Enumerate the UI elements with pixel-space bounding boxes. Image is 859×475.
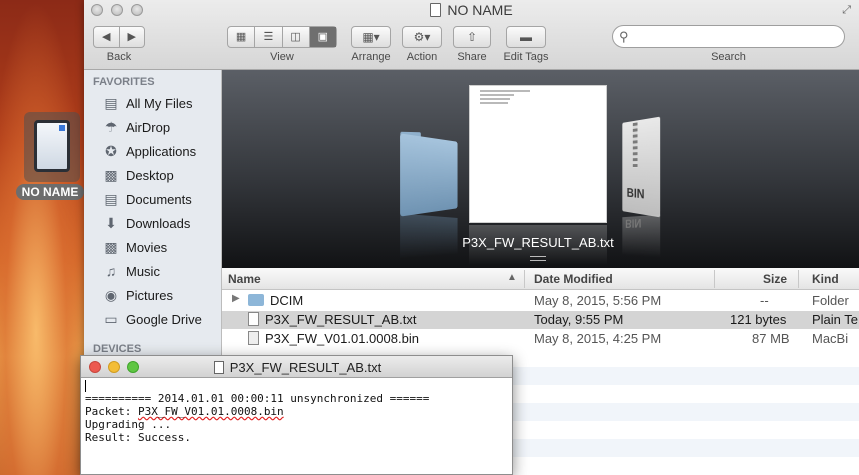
pictures-icon: ◉ [104,286,118,303]
airdrop-icon: ☂ [104,118,118,135]
textedit-title: P3X_FW_RESULT_AB.txt [81,360,512,375]
sidebar-item-all-my-files[interactable]: ▤ All My Files [102,92,192,114]
drive-label[interactable]: NO NAME [16,184,84,200]
text-line: Result: Success. [85,431,191,444]
coverflow-folder-icon[interactable] [400,133,458,217]
table-row[interactable]: P3X_FW_RESULT_AB.txt Today, 9:55 PM 121 … [222,311,859,329]
file-list-header: Name ▲ Date Modified Size Kind [222,268,859,290]
column-header-name[interactable]: Name [228,272,261,286]
view-label: View [270,51,294,63]
applications-icon: ✪ [105,142,117,159]
coverflow-bin-icon[interactable]: BIN [622,116,661,218]
finder-toolbar: NO NAME ⤢ ◀ ▶ Back ▦ ☰ ◫ ▣ View ▦▾ Arran… [84,0,859,70]
column-header-kind[interactable]: Kind [812,272,839,286]
text-document-icon [213,361,224,374]
desktop-icon: ▩ [104,166,118,183]
list-view-icon[interactable]: ☰ [255,27,283,47]
search-label: Search [711,51,746,63]
binary-file-icon [248,331,259,345]
sd-card-drive-icon[interactable] [18,112,82,184]
textedit-titlebar[interactable]: P3X_FW_RESULT_AB.txt [81,356,512,378]
text-line: ========== 2014.01.01 00:00:11 unsynchro… [85,392,430,405]
forward-arrow-icon[interactable]: ▶ [120,27,145,47]
back-label: Back [106,51,132,63]
folder-icon: ▭ [104,310,118,327]
textedit-window: P3X_FW_RESULT_AB.txt ========== 2014.01.… [80,355,513,475]
sidebar-item-airdrop[interactable]: ☂ AirDrop [102,116,170,138]
sidebar-item-desktop[interactable]: ▩ Desktop [102,164,173,186]
downloads-icon: ⬇ [105,214,117,231]
arrange-icon: ▦▾ [362,30,380,44]
spelling-error-word: P3X_FW_V01.01.0008.bin [137,405,284,418]
coverflow-resize-handle[interactable] [530,256,546,261]
coverflow-caption: P3X_FW_RESULT_AB.txt [462,235,614,250]
share-icon: ⇧ [466,30,478,44]
column-header-size[interactable]: Size [763,272,787,286]
edit-tags-label: Edit Tags [503,51,549,63]
sidebar-item-movies[interactable]: ▩ Movies [102,236,167,258]
arrange-label: Arrange [351,51,391,63]
sort-ascending-icon[interactable]: ▲ [507,272,517,283]
sidebar-item-pictures[interactable]: ◉ Pictures [102,284,173,306]
search-icon: ⚲ [619,29,629,44]
edit-tags-button[interactable]: ▬ [506,26,546,48]
coverflow-reflection [400,213,458,259]
sidebar-item-music[interactable]: ♫ Music [102,260,160,282]
sidebar-item-google-drive[interactable]: ▭ Google Drive [102,308,202,330]
window-title: NO NAME [84,2,859,18]
share-button[interactable]: ⇧ [453,26,491,48]
arrange-button[interactable]: ▦▾ [351,26,391,48]
share-label: Share [457,51,487,63]
coverflow-view-icon[interactable]: ▣ [309,27,336,47]
text-line: Upgrading ... [85,418,172,431]
table-row[interactable]: P3X_FW_V01.01.0008.bin May 8, 2015, 4:25… [222,330,859,348]
search-field[interactable]: ⚲ [612,25,845,48]
gear-icon: ⚙▾ [413,30,431,44]
coverflow-text-preview[interactable] [469,85,607,223]
action-label: Action [406,51,438,63]
coverflow-reflection: BIN [622,214,661,258]
back-forward-control[interactable]: ◀ ▶ [93,26,145,48]
text-editor-content[interactable]: ========== 2014.01.01 00:00:11 unsynchro… [85,380,510,444]
text-file-icon [248,312,259,326]
sidebar-item-applications[interactable]: ✪ Applications [102,140,196,162]
fullscreen-icon[interactable]: ⤢ [842,4,851,17]
folder-icon [248,294,264,306]
documents-icon: ▤ [104,190,118,207]
text-cursor [85,380,86,392]
column-view-icon[interactable]: ◫ [283,27,310,47]
icon-view-icon[interactable]: ▦ [228,27,256,47]
favorites-heading: FAVORITES [93,76,155,88]
desktop-wallpaper [0,0,90,475]
sidebar-item-documents[interactable]: ▤ Documents [102,188,191,210]
action-button[interactable]: ⚙▾ [402,26,442,48]
text-line: Packet: P3X_FW_V01.01.0008.bin [85,405,284,418]
devices-heading: DEVICES [93,343,142,355]
all-files-icon: ▤ [104,94,118,111]
movies-icon: ▩ [104,238,118,255]
coverflow-view[interactable]: BIN BIN P3X_FW_RESULT_AB.txt [222,70,859,268]
back-arrow-icon[interactable]: ◀ [94,27,120,47]
sidebar-item-downloads[interactable]: ⬇ Downloads [102,212,190,234]
music-icon: ♫ [105,263,117,279]
disclosure-triangle-icon[interactable]: ▶ [232,293,240,304]
tag-icon: ▬ [520,30,532,44]
drive-small-icon [430,3,442,17]
table-row[interactable]: ▶ DCIM May 8, 2015, 5:56 PM -- Folder [222,292,859,310]
column-header-date[interactable]: Date Modified [534,272,613,286]
view-switcher[interactable]: ▦ ☰ ◫ ▣ [227,26,337,48]
